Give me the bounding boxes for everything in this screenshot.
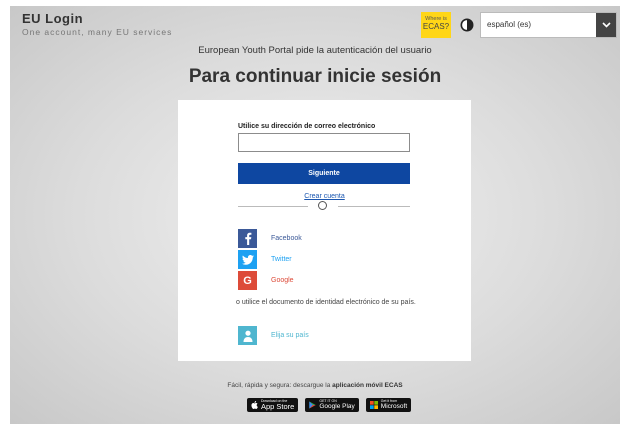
contrast-icon[interactable] — [460, 18, 474, 32]
twitter-label: Twitter — [271, 256, 292, 263]
apple-icon — [251, 401, 258, 409]
google-play-label: Google Play — [319, 402, 355, 410]
footer-app-name: aplicación móvil ECAS — [332, 382, 403, 389]
facebook-icon — [238, 229, 257, 248]
twitter-login-button[interactable]: Twitter — [238, 250, 292, 269]
choose-country-label: Elija su país — [271, 332, 309, 339]
ecas-badge-line2: ECAS? — [422, 22, 450, 32]
store-badges: Download on the App Store GET IT ON Goog… — [247, 398, 412, 412]
facebook-label: Facebook — [271, 235, 302, 242]
google-icon: G — [238, 271, 257, 290]
person-icon — [238, 326, 257, 345]
google-label: Google — [271, 277, 294, 284]
footer-text: Fácil, rápida y segura: descargue la apl… — [10, 382, 620, 389]
app-store-label: App Store — [261, 402, 295, 411]
microsoft-icon — [369, 401, 378, 409]
create-account-link[interactable]: Crear cuenta — [178, 193, 471, 200]
app-store-badge[interactable]: Download on the App Store — [247, 398, 299, 412]
google-login-button[interactable]: G Google — [238, 271, 294, 290]
microsoft-label: Microsoft — [380, 402, 408, 410]
next-button[interactable]: Siguiente — [238, 163, 410, 184]
page-title: Para continuar inicie sesión — [188, 66, 442, 87]
language-selected: español (es) — [487, 20, 532, 29]
choose-country-button[interactable]: Elija su país — [238, 326, 309, 345]
login-card: Utilice su dirección de correo electróni… — [178, 100, 471, 361]
auth-message: European Youth Portal pide la autenticac… — [198, 45, 432, 56]
where-is-ecas-button[interactable]: Where is ECAS? — [421, 12, 451, 38]
login-page: EU Login One account, many EU services W… — [10, 6, 620, 424]
twitter-icon — [238, 250, 257, 269]
chevron-down-icon — [596, 13, 616, 37]
footer-text-plain: Fácil, rápida y segura: descargue la — [227, 382, 333, 389]
divider-left — [238, 206, 308, 207]
divider-circle-icon — [318, 201, 327, 210]
brand: EU Login One account, many EU services — [22, 11, 172, 37]
email-label: Utilice su dirección de correo electróni… — [238, 123, 376, 130]
facebook-login-button[interactable]: Facebook — [238, 229, 302, 248]
email-field[interactable] — [238, 133, 410, 152]
brand-title: EU Login — [22, 11, 84, 26]
language-select[interactable]: español (es) — [480, 12, 617, 38]
google-play-icon — [309, 401, 317, 409]
eid-description: o utilice el documento de identidad elec… — [236, 299, 416, 306]
divider-right — [338, 206, 410, 207]
google-play-badge[interactable]: GET IT ON Google Play — [305, 398, 359, 412]
microsoft-store-badge[interactable]: Get it from Microsoft — [365, 398, 412, 412]
brand-subtitle: One account, many EU services — [22, 27, 173, 37]
